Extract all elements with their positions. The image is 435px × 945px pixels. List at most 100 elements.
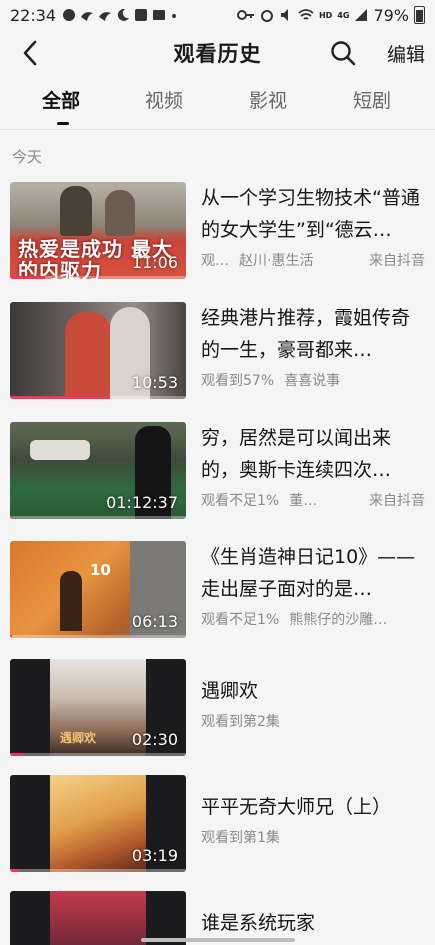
item-info: 经典港片推荐，霞姐传奇的一生，豪哥都来… 观看到57% 喜喜说事 <box>201 302 427 390</box>
watch-progress: 观… <box>201 253 229 269</box>
watch-progress: 观看到57% <box>201 373 275 389</box>
status-time: 22:34 <box>10 5 57 25</box>
progress-track <box>10 516 186 519</box>
item-info: 平平无奇大师兄（上） 观看到第1集 <box>201 775 427 847</box>
history-item[interactable]: 10:53 经典港片推荐，霞姐传奇的一生，豪哥都来… 观看到57% 喜喜说事 <box>0 302 435 400</box>
video-title[interactable]: 谁是系统玩家 <box>201 907 427 939</box>
signal-icon <box>355 9 368 21</box>
item-meta: 观… 赵川·惠生活 来自抖音 <box>201 250 427 270</box>
item-meta: 观看到第1集 <box>201 827 427 847</box>
notification-icons <box>62 8 178 22</box>
progress-fill <box>10 635 12 638</box>
search-button[interactable] <box>328 37 358 69</box>
message-icon <box>63 9 76 21</box>
episode-number: 10 <box>90 561 111 579</box>
character-silhouette <box>60 571 82 631</box>
item-info: 从一个学习生物技术“普通的女大学生”到“德云… 观… 赵川·惠生活 来自抖音 <box>201 182 427 270</box>
progress-fill <box>10 396 111 399</box>
progress-fill <box>10 276 46 279</box>
tab-videos[interactable]: 视频 <box>145 86 183 113</box>
video-thumbnail[interactable] <box>10 891 186 945</box>
video-duration: 02:30 <box>131 730 178 749</box>
person-silhouette <box>105 190 135 236</box>
item-info: 《生肖造神日记10》——走出屋子面对的是… 观看不足1% 熊熊仔的沙雕… <box>201 541 427 629</box>
author-name[interactable]: 赵川·惠生活 <box>239 250 313 270</box>
video-title[interactable]: 从一个学习生物技术“普通的女大学生”到“德云… <box>201 182 427 246</box>
moon-icon <box>117 8 130 21</box>
history-item[interactable]: 谁是系统玩家 <box>0 891 435 945</box>
watch-progress: 观看不足1% <box>201 493 280 509</box>
history-item[interactable]: 遇卿欢 02:30 遇卿欢 观看到第2集 <box>0 659 435 757</box>
progress-track <box>10 753 186 756</box>
history-item[interactable]: 热爱是成功 最大的内驱力 11:06 从一个学习生物技术“普通的女大学生”到“德… <box>0 182 435 280</box>
edit-button[interactable]: 编辑 <box>387 40 425 67</box>
lounge-chair <box>30 440 90 460</box>
person-silhouette <box>60 186 92 236</box>
back-button[interactable] <box>14 36 46 70</box>
wifi-icon <box>298 9 314 20</box>
video-title[interactable]: 平平无奇大师兄（上） <box>201 791 427 823</box>
bird-icon <box>81 12 94 21</box>
video-duration: 01:12:37 <box>106 493 178 512</box>
nav-bar: 观看历史 编辑 <box>0 30 435 76</box>
video-duration: 11:06 <box>131 253 178 272</box>
home-indicator[interactable] <box>141 938 295 942</box>
item-meta: 观看不足1% 熊熊仔的沙雕… <box>201 609 427 629</box>
chevron-left-icon <box>23 40 37 66</box>
video-title[interactable]: 遇卿欢 <box>201 675 427 707</box>
item-meta: 观看不足1% 董… 来自抖音 <box>201 490 427 510</box>
tab-active-indicator <box>57 122 69 125</box>
watch-progress: 观看到第2集 <box>201 714 280 730</box>
video-duration: 10:53 <box>131 373 178 392</box>
watch-progress: 观看到第1集 <box>201 830 280 846</box>
video-title[interactable]: 《生肖造神日记10》——走出屋子面对的是… <box>201 541 427 605</box>
battery-percent: 79% <box>373 5 409 25</box>
author-name[interactable]: 董… <box>289 490 317 510</box>
network-label: 4G <box>337 10 350 20</box>
video-thumbnail[interactable]: 10 06:13 <box>10 541 186 638</box>
video-thumbnail[interactable]: 遇卿欢 02:30 <box>10 659 186 756</box>
image-icon <box>153 10 166 20</box>
hd-label: HD <box>318 10 333 20</box>
item-info: 遇卿欢 观看到第2集 <box>201 659 427 731</box>
video-title[interactable]: 经典港片推荐，霞姐传奇的一生，豪哥都来… <box>201 302 427 366</box>
key-icon <box>236 10 254 20</box>
progress-track <box>10 869 186 872</box>
page-title: 观看历史 <box>173 42 262 66</box>
author-name[interactable]: 熊熊仔的沙雕… <box>289 609 387 629</box>
status-bar: 22:34 HD 4G 79% <box>0 0 435 30</box>
item-info: 谁是系统玩家 <box>201 891 427 939</box>
progress-fill <box>10 753 25 756</box>
tab-short-dramas[interactable]: 短剧 <box>353 86 391 113</box>
person-silhouette <box>65 312 111 399</box>
poster-title: 遇卿欢 <box>60 731 97 745</box>
tab-all[interactable]: 全部 <box>42 86 80 113</box>
video-thumbnail[interactable]: 10:53 <box>10 302 186 399</box>
progress-track <box>10 635 186 638</box>
category-tabs: 全部 视频 影视 短剧 <box>0 86 435 128</box>
item-meta: 观看到第2集 <box>201 711 427 731</box>
history-item[interactable]: 03:19 平平无奇大师兄（上） 观看到第1集 <box>0 775 435 873</box>
video-duration: 06:13 <box>131 612 178 631</box>
history-item[interactable]: 10 06:13 《生肖造神日记10》——走出屋子面对的是… 观看不足1% 熊熊… <box>0 541 435 639</box>
battery-icon <box>414 6 425 24</box>
bird-icon <box>99 12 112 21</box>
author-name[interactable]: 喜喜说事 <box>284 370 340 390</box>
alarm-icon <box>260 10 273 22</box>
video-duration: 03:19 <box>131 846 178 865</box>
progress-fill <box>10 516 12 519</box>
video-thumbnail[interactable]: 03:19 <box>10 775 186 872</box>
mute-icon <box>280 9 288 21</box>
tab-films[interactable]: 影视 <box>249 86 287 113</box>
search-icon <box>331 41 356 66</box>
item-info: 穷，居然是可以闻出来的，奥斯卡连续四次… 观看不足1% 董… 来自抖音 <box>201 422 427 510</box>
poster-image <box>50 891 146 945</box>
section-today: 今天 <box>12 148 43 166</box>
source-label: 来自抖音 <box>369 253 425 269</box>
video-thumbnail[interactable]: 01:12:37 <box>10 422 186 519</box>
progress-fill <box>10 869 19 872</box>
volume-icon <box>135 9 148 21</box>
video-thumbnail[interactable]: 热爱是成功 最大的内驱力 11:06 <box>10 182 186 279</box>
history-item[interactable]: 01:12:37 穷，居然是可以闻出来的，奥斯卡连续四次… 观看不足1% 董… … <box>0 422 435 520</box>
video-title[interactable]: 穷，居然是可以闻出来的，奥斯卡连续四次… <box>201 422 427 486</box>
